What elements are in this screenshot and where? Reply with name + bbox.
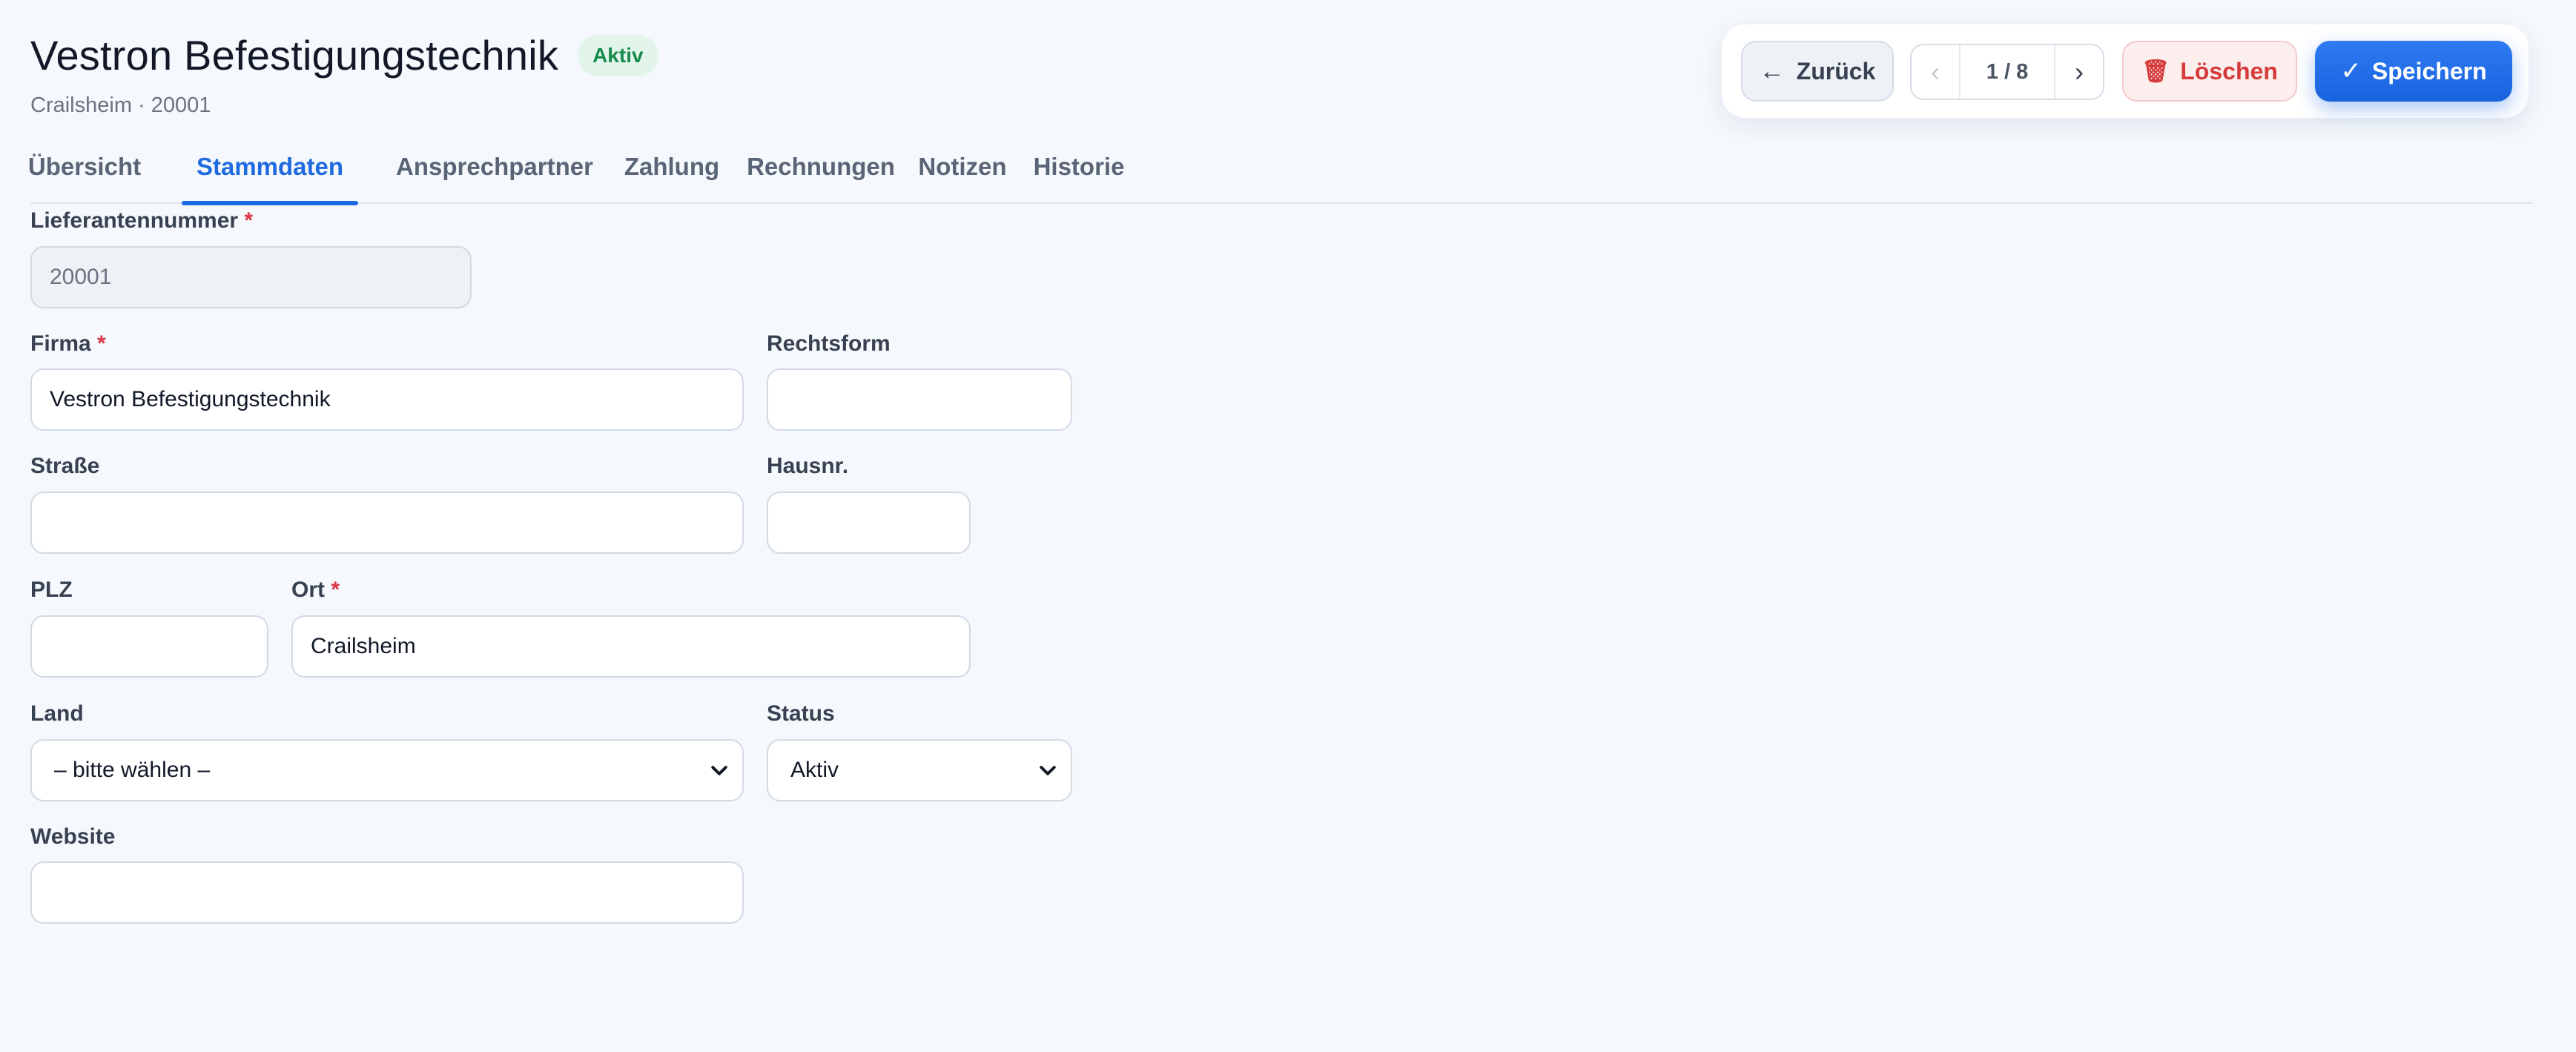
legal-form-label: Rechtsform <box>767 331 891 356</box>
street-field[interactable] <box>30 492 744 554</box>
pager-prev-button[interactable]: ‹ <box>1912 45 1961 99</box>
country-select[interactable]: – bitte wählen – <box>30 739 744 801</box>
city-field[interactable]: Crailsheim <box>291 615 971 678</box>
tab-contacts[interactable]: Ansprechpartner <box>383 130 606 204</box>
arrow-left-icon: ← <box>1759 56 1785 85</box>
back-button-label: Zurück <box>1796 57 1876 85</box>
website-field[interactable] <box>30 861 744 924</box>
country-select-value: – bitte wählen – <box>54 758 211 782</box>
tab-bar: Übersicht Stammdaten Ansprechpartner Zah… <box>28 130 2533 205</box>
company-field[interactable]: Vestron Befestigungstechnik <box>30 368 744 431</box>
page-subtitle: Crailsheim · 20001 <box>30 93 211 117</box>
chevron-down-icon <box>711 766 727 775</box>
company-label-text: Firma <box>30 331 91 356</box>
city-label: Ort * <box>291 578 340 603</box>
pager-next-button[interactable]: › <box>2054 45 2103 99</box>
page-title: Vestron Befestigungstechnik <box>30 32 559 79</box>
city-label-text: Ort <box>291 578 325 602</box>
supplier-detail-page: Vestron Befestigungstechnik Aktiv Crails… <box>0 0 2576 1052</box>
delete-button-label: Löschen <box>2180 57 2278 85</box>
status-select-value: Aktiv <box>790 758 839 782</box>
check-icon: ✓ <box>2340 57 2362 85</box>
tab-history[interactable]: Historie <box>1027 130 1131 204</box>
status-select[interactable]: Aktiv <box>767 739 1072 801</box>
company-label: Firma * <box>30 331 106 357</box>
tab-payment[interactable]: Zahlung <box>616 130 727 204</box>
supplier-number-field[interactable]: 20001 <box>30 246 472 308</box>
tab-notes[interactable]: Notizen <box>910 130 1015 204</box>
house-number-label: Hausnr. <box>767 454 849 478</box>
status-badge: Aktiv <box>578 35 658 76</box>
tab-master-data[interactable]: Stammdaten <box>182 130 358 205</box>
zip-field[interactable] <box>30 615 268 678</box>
tab-overview[interactable]: Übersicht <box>28 130 141 204</box>
title-row: Vestron Befestigungstechnik Aktiv <box>30 30 658 82</box>
save-button-label: Speichern <box>2371 57 2487 85</box>
tab-invoices[interactable]: Rechnungen <box>744 130 898 204</box>
supplier-number-label-text: Lieferantennummer <box>30 208 239 233</box>
website-label: Website <box>30 824 116 849</box>
status-label: Status <box>767 701 835 726</box>
required-marker: * <box>97 331 106 356</box>
legal-form-field[interactable] <box>767 368 1072 431</box>
trash-icon: 🗑 <box>2141 59 2170 84</box>
required-marker: * <box>331 578 340 602</box>
back-button[interactable]: ← Zurück <box>1741 41 1894 102</box>
save-button[interactable]: ✓ Speichern <box>2315 41 2512 102</box>
required-marker: * <box>244 208 254 233</box>
pager-count: 1 / 8 <box>1986 59 2029 84</box>
house-number-field[interactable] <box>767 492 971 554</box>
supplier-number-label: Lieferantennummer * <box>30 208 253 234</box>
zip-label: PLZ <box>30 578 73 602</box>
street-label: Straße <box>30 454 100 478</box>
delete-button[interactable]: 🗑 Löschen <box>2122 41 2297 102</box>
country-label: Land <box>30 701 84 726</box>
record-pager: ‹ 1 / 8 › <box>1910 44 2104 100</box>
action-toolbar: ← Zurück ‹ 1 / 8 › 🗑 Löschen ✓ Speichern <box>1722 24 2529 118</box>
chevron-down-icon <box>1040 766 1056 775</box>
